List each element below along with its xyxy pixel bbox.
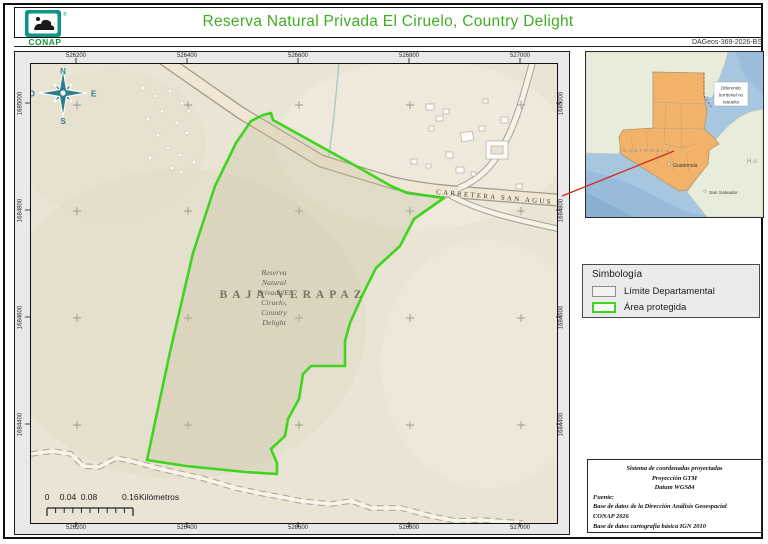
compass-s-label: S — [60, 117, 66, 126]
inset-neighbor-label: Ho — [747, 159, 759, 165]
conap-logo-text: CONAP — [22, 37, 68, 47]
grid-label-right: 1685000 — [559, 74, 568, 134]
map-document-page: Reserva Natural Privada El Ciruelo, Coun… — [0, 0, 768, 544]
source-line: CONAP 2026 — [593, 512, 756, 522]
scale-tick-008: 0.08 — [81, 492, 98, 502]
legend-item-departmental: Límite Departamental — [592, 284, 715, 298]
credits-box: Sistema de coordenadas proyectadas Proye… — [587, 459, 762, 533]
grid-label-bottom: 526800 — [384, 525, 434, 534]
svg-text:Diferendo: Diferendo — [721, 86, 741, 91]
conap-logo: ® CONAP — [22, 9, 68, 53]
inset-city-label: San Salvador — [709, 190, 738, 196]
map-canvas: Reserva Natural Privada El Ciruelo, Coun… — [30, 63, 558, 524]
grid-label-right: 1684800 — [559, 181, 568, 241]
grid-label-right: 1684600 — [559, 288, 568, 348]
grid-label-bottom: 526200 — [51, 525, 101, 534]
source-line: Base de datos de la Dirección Análisis G… — [593, 502, 756, 512]
scale-tick-0: 0 — [45, 492, 50, 502]
source-heading: Fuente: — [593, 493, 756, 503]
map-frame: 526200 526400 526600 526800 527000 52620… — [14, 51, 570, 535]
area-name-label: Delight — [261, 318, 286, 327]
grid-label-right: 1684400 — [559, 395, 568, 455]
grid-label-top: 526600 — [273, 53, 323, 62]
grid-label-left: 1684600 — [18, 288, 27, 348]
projection-line: Sistema de coordenadas proyectadas — [593, 464, 756, 474]
inset-dispute-note: Diferendo territorial no resuelto — [714, 82, 748, 106]
scale-tick-004: 0.04 — [60, 492, 77, 502]
conap-logo-icon: ® — [22, 9, 68, 39]
legend-box: Simbología Límite Departamental Área pro… — [582, 264, 760, 318]
department-boundary-swatch — [592, 286, 616, 297]
grid-label-left: 1685000 — [18, 74, 27, 134]
area-name-label: Reserva — [260, 268, 286, 277]
legend-title: Simbología — [592, 269, 642, 280]
grid-label-bottom: 527000 — [495, 525, 545, 534]
grid-label-bottom: 526400 — [162, 525, 212, 534]
grid-label-top: 526200 — [51, 53, 101, 62]
compass-n-label: N — [60, 67, 66, 76]
inset-capital-label: Guatemala — [673, 163, 698, 169]
document-code: DAGeos-369-2026-BS — [692, 39, 762, 46]
scale-tick-016: 0.16 — [122, 492, 139, 502]
grid-label-bottom: 526600 — [273, 525, 323, 534]
legend-item-label: Área protegida — [624, 302, 686, 313]
page-title: Reserva Natural Privada El Ciruelo, Coun… — [75, 13, 701, 31]
basemap: Reserva Natural Privada El Ciruelo, Coun… — [31, 64, 557, 523]
grid-label-top: 527000 — [495, 53, 545, 62]
legend-item-protected-area: Área protegida — [592, 300, 686, 314]
source-line: Base de datos cartografía básica IGN 201… — [593, 522, 756, 532]
svg-text:®: ® — [63, 11, 67, 18]
scale-bar: 0 0.04 0.08 0.16 Kilómetros — [45, 492, 180, 516]
department-label: BAJA VERAPAZ — [220, 289, 367, 301]
projection-line: Datum WGS84 — [593, 483, 756, 493]
header-bar: Reserva Natural Privada El Ciruelo, Coun… — [14, 7, 762, 38]
svg-text:resuelto: resuelto — [723, 100, 740, 105]
header-divider — [14, 46, 762, 47]
grid-label-left: 1684800 — [18, 181, 27, 241]
protected-area-swatch — [592, 302, 616, 313]
inset-map-canvas: Diferendo territorial no resuelto Guatem… — [586, 52, 763, 217]
legend-item-label: Límite Departamental — [624, 286, 715, 297]
grid-label-top: 526800 — [384, 53, 434, 62]
grid-label-left: 1684400 — [18, 395, 27, 455]
svg-text:territorial no: territorial no — [719, 93, 744, 98]
inset-locator-map: Diferendo territorial no resuelto Guatem… — [585, 51, 764, 218]
compass-o-label: O — [31, 90, 35, 99]
scale-unit-label: Kilómetros — [139, 492, 179, 502]
area-name-label: Natural — [261, 278, 286, 287]
grid-label-top: 526400 — [162, 53, 212, 62]
inset-country-label: Guatemala — [622, 148, 671, 154]
projection-line: Proyección GTM — [593, 474, 756, 484]
compass-e-label: E — [91, 90, 97, 99]
area-name-label: Country — [261, 308, 287, 317]
